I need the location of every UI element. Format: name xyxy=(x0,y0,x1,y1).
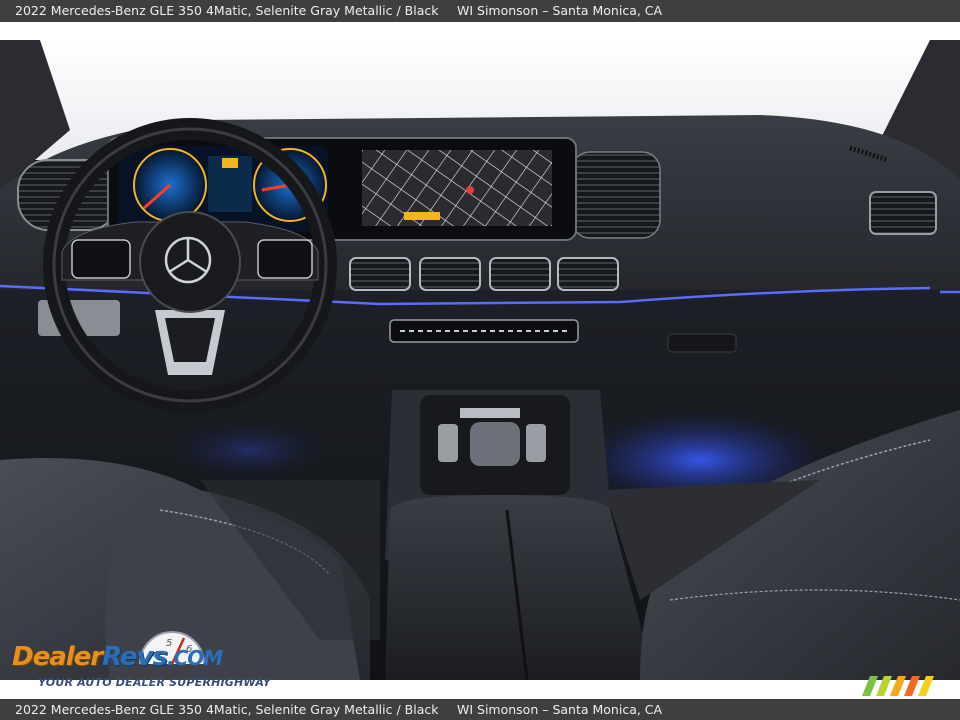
wordmark-com: .COM xyxy=(166,646,223,670)
vehicle-caption-bottom: 2022 Mercedes-Benz GLE 350 4Matic, Selen… xyxy=(15,702,439,717)
watermark-wordmark: DealerRevs.COM xyxy=(12,642,223,672)
wordmark-revs: Revs xyxy=(102,642,168,672)
dealer-caption: WI Simonson – Santa Monica, CA xyxy=(457,3,663,18)
dealerrevs-watermark: 4 5 6 DealerRevs.COM YOUR AUTO DEALER SU… xyxy=(12,626,272,692)
dealer-caption-bottom: WI Simonson – Santa Monica, CA xyxy=(457,702,663,717)
wordmark-dealer: Dealer xyxy=(12,642,103,672)
watermark-tagline: YOUR AUTO DEALER SUPERHIGHWAY xyxy=(38,676,271,689)
caption-bar-top: 2022 Mercedes-Benz GLE 350 4Matic, Selen… xyxy=(0,0,960,22)
top-margin xyxy=(0,22,960,40)
interior-photo xyxy=(0,40,960,680)
brand-stripes-icon xyxy=(862,676,934,696)
caption-bar-bottom: 2022 Mercedes-Benz GLE 350 4Matic, Selen… xyxy=(0,699,960,720)
vehicle-caption: 2022 Mercedes-Benz GLE 350 4Matic, Selen… xyxy=(15,3,439,18)
